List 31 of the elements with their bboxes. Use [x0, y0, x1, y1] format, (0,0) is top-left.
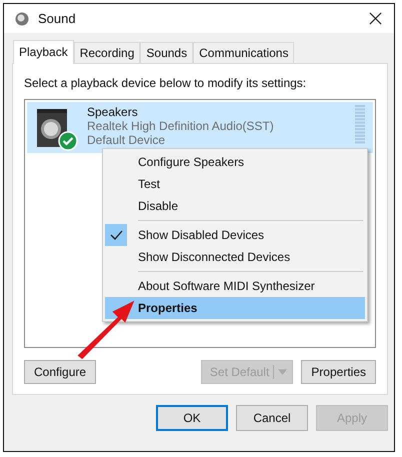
menu-item-label: Test: [138, 177, 160, 191]
dialog-button[interactable]: OK: [156, 405, 228, 431]
panel-button[interactable]: Configure: [24, 360, 96, 384]
menu-item[interactable]: Show Disconnected Devices: [105, 246, 365, 268]
tab[interactable]: Playback: [13, 40, 74, 64]
dialog-button[interactable]: Cancel: [236, 405, 308, 431]
instruction-text: Select a playback device below to modify its settings:: [24, 76, 308, 90]
menu-item[interactable]: Disable: [105, 195, 365, 217]
menu-item[interactable]: Configure Speakers: [105, 151, 365, 173]
device-description: Realtek High Definition Audio(SST): [87, 119, 275, 133]
close-icon[interactable]: [369, 12, 382, 25]
menu-item-label: Properties: [138, 301, 198, 315]
device-status: Default Device: [87, 133, 166, 147]
menu-item-label: Configure Speakers: [138, 155, 244, 169]
menu-item[interactable]: Test: [105, 173, 365, 195]
device-row[interactable]: Speakers Realtek High Definition Audio(SST) Default Device: [27, 102, 373, 153]
menu-item[interactable]: About Software MIDI Synthesizer: [105, 275, 365, 297]
volume-meter-icon: [355, 105, 365, 145]
window-title: Sound: [38, 11, 76, 26]
menu-item-label: Disable: [138, 199, 178, 213]
device-name: Speakers: [87, 105, 139, 119]
tab[interactable]: Recording: [74, 42, 140, 63]
menu-item[interactable]: Show Disabled Devices: [105, 224, 365, 246]
tab[interactable]: Sounds: [140, 42, 194, 63]
tab[interactable]: Communications: [193, 42, 294, 63]
menu-item-label: Show Disabled Devices: [138, 228, 264, 242]
menu-item-label: About Software MIDI Synthesizer: [138, 279, 315, 293]
speaker-icon: [14, 10, 30, 26]
panel-button[interactable]: Properties: [301, 360, 376, 384]
menu-item-label: Show Disconnected Devices: [138, 250, 290, 264]
menu-item[interactable]: Properties: [105, 297, 365, 319]
